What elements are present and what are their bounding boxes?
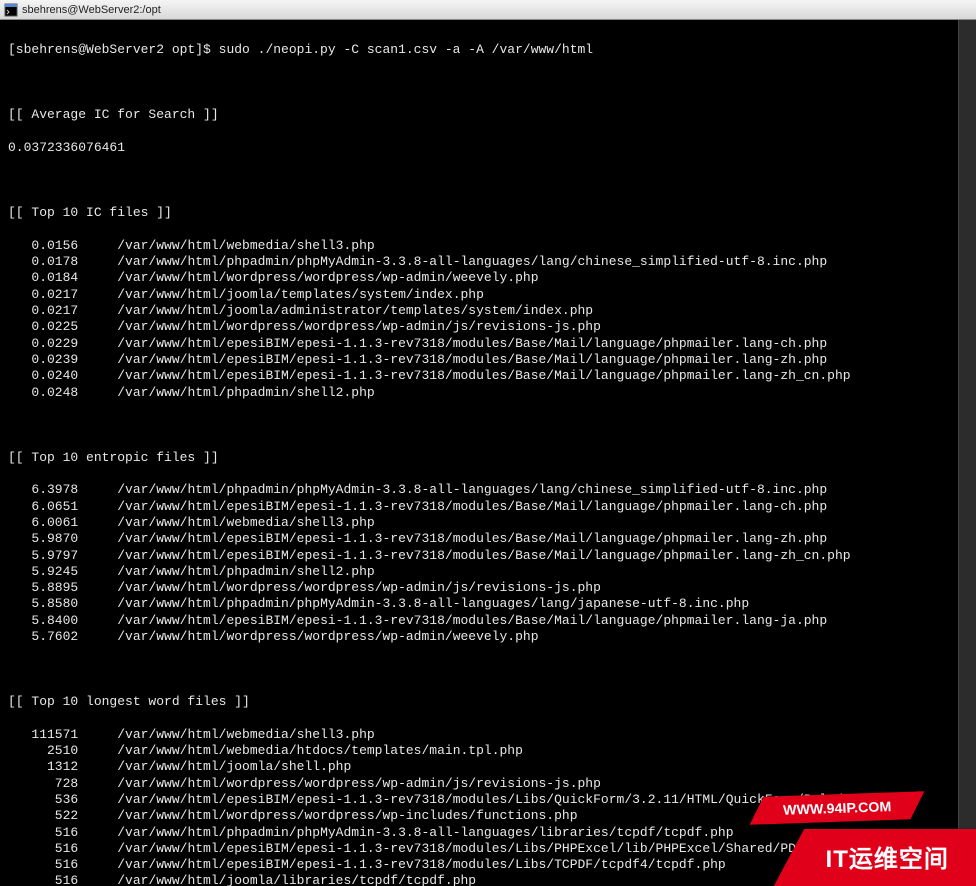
result-path: /var/www/html/phpadmin/shell2.php [117,385,374,400]
result-path: /var/www/html/phpadmin/shell2.php [117,564,374,579]
terminal-output[interactable]: [sbehrens@WebServer2 opt]$ sudo ./neopi.… [0,20,976,886]
result-value: 5.7602 [8,629,78,644]
result-value: 0.0184 [8,270,78,285]
window-title: sbehrens@WebServer2:/opt [22,4,161,16]
result-row: 6.0651 /var/www/html/epesiBIM/epesi-1.1.… [8,499,968,515]
result-row: 728 /var/www/html/wordpress/wordpress/wp… [8,776,968,792]
result-row: 0.0229 /var/www/html/epesiBIM/epesi-1.1.… [8,336,968,352]
result-path: /var/www/html/epesiBIM/epesi-1.1.3-rev73… [117,368,850,383]
command-text: sudo ./neopi.py -C scan1.csv -a -A /var/… [219,42,593,57]
result-row: 6.3978 /var/www/html/phpadmin/phpMyAdmin… [8,482,968,498]
shell-prompt: [sbehrens@WebServer2 opt]$ [8,42,219,57]
result-path: /var/www/html/webmedia/shell3.php [117,515,374,530]
result-value: 5.8580 [8,596,78,611]
result-value: 516 [8,857,78,872]
terminal-icon [4,3,18,17]
result-path: /var/www/html/epesiBIM/epesi-1.1.3-rev73… [117,548,850,563]
result-path: /var/www/html/joomla/administrator/templ… [117,303,593,318]
result-value: 5.9245 [8,564,78,579]
result-path: /var/www/html/phpadmin/phpMyAdmin-3.3.8-… [117,254,827,269]
vertical-scrollbar[interactable] [958,20,976,886]
result-path: /var/www/html/epesiBIM/epesi-1.1.3-rev73… [117,531,827,546]
section-entropic: 6.3978 /var/www/html/phpadmin/phpMyAdmin… [8,482,968,645]
result-value: 522 [8,808,78,823]
result-path: /var/www/html/phpadmin/phpMyAdmin-3.3.8-… [117,596,749,611]
result-row: 6.0061 /var/www/html/webmedia/shell3.php [8,515,968,531]
result-path: /var/www/html/epesiBIM/epesi-1.1.3-rev73… [117,613,827,628]
result-row: 5.9797 /var/www/html/epesiBIM/epesi-1.1.… [8,548,968,564]
result-row: 0.0248 /var/www/html/phpadmin/shell2.php [8,385,968,401]
result-path: /var/www/html/joomla/shell.php [117,759,351,774]
result-row: 5.7602 /var/www/html/wordpress/wordpress… [8,629,968,645]
result-path: /var/www/html/epesiBIM/epesi-1.1.3-rev73… [117,499,827,514]
section-header-entropic: [[ Top 10 entropic files ]] [8,450,968,466]
result-path: /var/www/html/wordpress/wordpress/wp-adm… [117,319,601,334]
result-value: 0.0229 [8,336,78,351]
section-ic: 0.0156 /var/www/html/webmedia/shell3.php… [8,238,968,401]
result-row: 0.0217 /var/www/html/joomla/templates/sy… [8,287,968,303]
result-row: 5.8580 /var/www/html/phpadmin/phpMyAdmin… [8,596,968,612]
result-row: 5.9870 /var/www/html/epesiBIM/epesi-1.1.… [8,531,968,547]
result-path: /var/www/html/epesiBIM/epesi-1.1.3-rev73… [117,352,827,367]
avg-ic-value: 0.0372336076461 [8,140,968,156]
result-path: /var/www/html/webmedia/shell3.php [117,727,374,742]
avg-ic-header: [[ Average IC for Search ]] [8,107,968,123]
result-value: 0.0240 [8,368,78,383]
window-titlebar[interactable]: sbehrens@WebServer2:/opt [0,0,976,20]
result-value: 6.0061 [8,515,78,530]
result-value: 0.0178 [8,254,78,269]
result-value: 0.0217 [8,287,78,302]
result-value: 5.9870 [8,531,78,546]
result-row: 0.0156 /var/www/html/webmedia/shell3.php [8,238,968,254]
result-value: 0.0248 [8,385,78,400]
result-path: /var/www/html/phpadmin/phpMyAdmin-3.3.8-… [117,825,733,840]
result-value: 0.0156 [8,238,78,253]
result-path: /var/www/html/wordpress/wordpress/wp-adm… [117,629,538,644]
result-value: 6.0651 [8,499,78,514]
result-row: 0.0178 /var/www/html/phpadmin/phpMyAdmin… [8,254,968,270]
result-value: 516 [8,825,78,840]
result-row: 0.0240 /var/www/html/epesiBIM/epesi-1.1.… [8,368,968,384]
result-value: 516 [8,841,78,856]
result-row: 111571 /var/www/html/webmedia/shell3.php [8,727,968,743]
result-row: 0.0184 /var/www/html/wordpress/wordpress… [8,270,968,286]
result-value: 536 [8,792,78,807]
result-value: 5.9797 [8,548,78,563]
result-row: 5.8400 /var/www/html/epesiBIM/epesi-1.1.… [8,613,968,629]
result-path: /var/www/html/epesiBIM/epesi-1.1.3-rev73… [117,336,827,351]
result-value: 0.0239 [8,352,78,367]
result-path: /var/www/html/joomla/libraries/tcpdf/tcp… [117,873,476,886]
result-value: 516 [8,873,78,886]
result-path: /var/www/html/webmedia/shell3.php [117,238,374,253]
result-value: 728 [8,776,78,791]
result-value: 2510 [8,743,78,758]
result-path: /var/www/html/joomla/templates/system/in… [117,287,484,302]
result-value: 0.0225 [8,319,78,334]
result-path: /var/www/html/epesiBIM/epesi-1.1.3-rev73… [117,841,882,856]
result-path: /var/www/html/wordpress/wordpress/wp-adm… [117,580,601,595]
result-row: 0.0239 /var/www/html/epesiBIM/epesi-1.1.… [8,352,968,368]
result-row: 0.0225 /var/www/html/wordpress/wordpress… [8,319,968,335]
result-value: 111571 [8,727,78,742]
section-header-longest: [[ Top 10 longest word files ]] [8,694,968,710]
result-path: /var/www/html/wordpress/wordpress/wp-adm… [117,270,538,285]
result-value: 6.3978 [8,482,78,497]
result-row: 0.0217 /var/www/html/joomla/administrato… [8,303,968,319]
result-value: 1312 [8,759,78,774]
result-row: 2510 /var/www/html/webmedia/htdocs/templ… [8,743,968,759]
result-path: /var/www/html/epesiBIM/epesi-1.1.3-rev73… [117,857,726,872]
result-path: /var/www/html/wordpress/wordpress/wp-adm… [117,776,601,791]
result-value: 5.8895 [8,580,78,595]
result-path: /var/www/html/wordpress/wordpress/wp-inc… [117,808,577,823]
result-path: /var/www/html/webmedia/htdocs/templates/… [117,743,523,758]
watermark-brand: IT运维空间 [774,829,976,886]
result-value: 0.0217 [8,303,78,318]
result-row: 5.9245 /var/www/html/phpadmin/shell2.php [8,564,968,580]
result-row: 5.8895 /var/www/html/wordpress/wordpress… [8,580,968,596]
result-value: 5.8400 [8,613,78,628]
result-row: 1312 /var/www/html/joomla/shell.php [8,759,968,775]
section-header-ic: [[ Top 10 IC files ]] [8,205,968,221]
result-path: /var/www/html/phpadmin/phpMyAdmin-3.3.8-… [117,482,827,497]
